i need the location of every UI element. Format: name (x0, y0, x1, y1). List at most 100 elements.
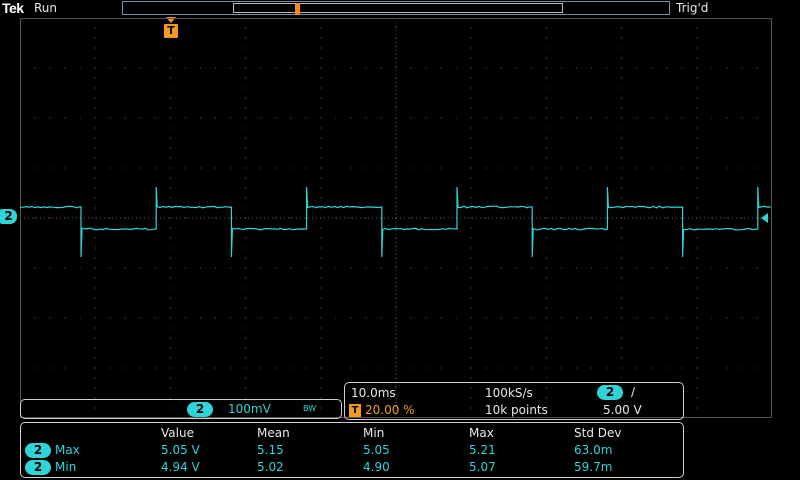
grid-dot (651, 268, 652, 269)
grid-dot (411, 368, 412, 369)
waveform-graticule[interactable] (20, 18, 772, 418)
measure-name[interactable]: Min (55, 460, 76, 474)
grid-dot (696, 168, 697, 169)
grid-dot (516, 68, 517, 69)
grid-dot (305, 368, 306, 369)
grid-dot (621, 108, 622, 109)
grid-dot (471, 328, 472, 329)
measure-value: 5.05 V (161, 443, 200, 457)
grid-dot (95, 168, 96, 169)
grid-dot (50, 268, 51, 269)
grid-dot (531, 268, 532, 269)
grid-dot (621, 98, 622, 99)
grid-dot (365, 68, 366, 69)
record-view-window[interactable] (233, 3, 563, 13)
grid-dot (170, 228, 171, 229)
grid-dot (621, 348, 622, 349)
grid-dot (621, 228, 622, 229)
grid-dot (606, 168, 607, 169)
grid-dot (546, 158, 547, 159)
measurement-panel[interactable]: Value Mean Min Max Std Dev 2 Max 5.05 V … (20, 422, 684, 478)
grid-dot (170, 128, 171, 129)
trigger-position-icon[interactable] (295, 3, 300, 15)
grid-dot (95, 198, 96, 199)
grid-dot (546, 168, 547, 169)
grid-dot (396, 108, 397, 109)
channel-readout[interactable]: 2 100mV BW (20, 399, 342, 419)
grid-dot (170, 288, 171, 289)
grid-dot (471, 368, 472, 369)
grid-dot (125, 118, 126, 119)
grid-dot (696, 188, 697, 189)
grid-dot (245, 98, 246, 99)
grid-dot (245, 58, 246, 59)
grid-dot (50, 218, 51, 219)
grid-dot (396, 248, 397, 249)
grid-dot (215, 368, 216, 369)
grid-dot (140, 318, 141, 319)
grid-dot (320, 308, 321, 309)
record-overview-bar[interactable] (122, 1, 670, 15)
grid-dot (471, 218, 472, 219)
grid-dot (696, 408, 697, 409)
grid-dot (170, 308, 171, 309)
grid-dot (456, 318, 457, 319)
grid-dot (185, 68, 186, 69)
acquisition-status[interactable]: Run (34, 1, 57, 15)
timebase-readout[interactable]: 10.0ms 100kS/s 2 / T 20.00 % 10k points … (344, 382, 684, 420)
grid-dot (140, 168, 141, 169)
grid-dot (546, 68, 547, 69)
grid-dot (65, 118, 66, 119)
grid-dot (741, 118, 742, 119)
grid-dot (666, 168, 667, 169)
grid-dot (666, 318, 667, 319)
grid-dot (576, 68, 577, 69)
grid-dot (621, 28, 622, 29)
time-per-div: 10.0ms (351, 386, 396, 400)
grid-dot (621, 328, 622, 329)
grid-dot (320, 168, 321, 169)
grid-dot (471, 348, 472, 349)
grid-dot (95, 88, 96, 89)
grid-dot (185, 318, 186, 319)
measure-row-channel-badge[interactable]: 2 (25, 443, 51, 458)
grid-dot (170, 338, 171, 339)
grid-dot (95, 108, 96, 109)
channel-ground-marker[interactable]: 2 (0, 209, 17, 224)
grid-dot (411, 68, 412, 69)
grid-dot (95, 238, 96, 239)
grid-dot (531, 168, 532, 169)
grid-dot (666, 68, 667, 69)
grid-dot (546, 28, 547, 29)
grid-dot (140, 368, 141, 369)
grid-dot (320, 78, 321, 79)
grid-dot (95, 98, 96, 99)
grid-dot (426, 218, 427, 219)
grid-dot (591, 218, 592, 219)
grid-dot (380, 368, 381, 369)
grid-dot (215, 68, 216, 69)
grid-dot (726, 118, 727, 119)
grid-dot (411, 318, 412, 319)
grid-dot (305, 268, 306, 269)
grid-dot (95, 288, 96, 289)
grid-dot (50, 318, 51, 319)
grid-dot (245, 38, 246, 39)
grid-dot (305, 318, 306, 319)
grid-dot (606, 68, 607, 69)
grid-dot (380, 268, 381, 269)
measure-name[interactable]: Max (55, 443, 80, 457)
trigger-level-icon[interactable] (761, 213, 768, 223)
grid-dot (170, 318, 171, 319)
grid-dot (696, 258, 697, 259)
channel-badge[interactable]: 2 (187, 402, 213, 417)
grid-dot (320, 358, 321, 359)
col-header-stddev: Std Dev (574, 426, 621, 440)
grid-dot (125, 268, 126, 269)
grid-dot (546, 88, 547, 89)
measure-row-channel-badge[interactable]: 2 (25, 460, 51, 475)
grid-dot (245, 208, 246, 209)
grid-dot (200, 318, 201, 319)
grid-dot (576, 168, 577, 169)
grid-dot (756, 268, 757, 269)
